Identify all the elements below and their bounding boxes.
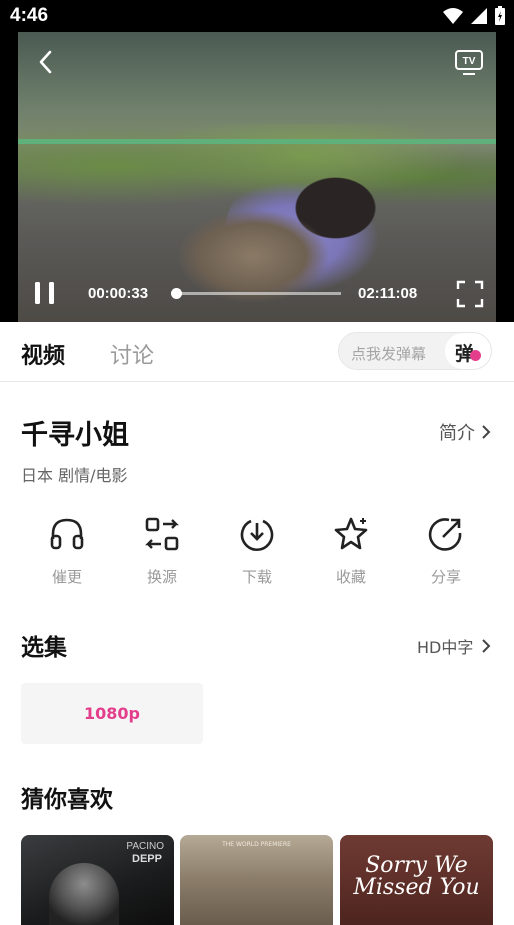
movie-title: 千寻小姐 — [21, 420, 129, 451]
poster-figure — [49, 863, 119, 925]
video-player[interactable]: TV 00:00:33 02:11:08 — [0, 32, 514, 322]
battery-icon — [495, 6, 505, 25]
pause-icon[interactable] — [32, 280, 58, 306]
progress-bar[interactable] — [170, 288, 341, 299]
cast-tv-icon[interactable]: TV — [454, 48, 484, 76]
action-label: 下载 — [241, 568, 272, 586]
intro-link-label: 简介 — [439, 423, 475, 444]
total-time: 02:11:08 — [358, 285, 418, 302]
recommend-poster[interactable]: THE WORLD PREMIERE — [180, 835, 333, 925]
status-bar: 4:46 — [0, 0, 514, 32]
recommend-poster[interactable]: Sorry We Missed You — [340, 835, 493, 925]
action-label: 收藏 — [335, 568, 366, 586]
switch-source-icon — [145, 517, 179, 551]
episode-label: 1080p — [84, 704, 140, 723]
action-favorite[interactable]: 收藏 — [321, 515, 381, 587]
signal-icon — [471, 8, 487, 24]
video-scene-rail — [18, 139, 496, 144]
quality-label: HD中字 — [417, 638, 474, 657]
recommend-poster[interactable]: PACINO DEPP — [21, 835, 174, 925]
poster-text: THE WORLD PREMIERE — [222, 841, 291, 848]
danmaku-send-box[interactable]: 点我发弹幕 弹 — [338, 332, 492, 370]
video-scene-cat — [178, 210, 328, 302]
poster-title-line: Missed You — [353, 875, 480, 900]
action-urge-update[interactable]: 催更 — [37, 515, 97, 587]
download-icon — [240, 519, 274, 552]
wifi-icon — [443, 8, 463, 24]
action-label: 换源 — [146, 568, 177, 586]
share-icon — [428, 518, 462, 551]
recommend-title: 猜你喜欢 — [21, 787, 113, 813]
progress-handle[interactable] — [170, 288, 182, 299]
status-time: 4:46 — [10, 5, 49, 26]
action-row: 催更 换源 下载 收藏 分享 — [0, 515, 514, 595]
episodes-title: 选集 — [21, 635, 67, 661]
current-time: 00:00:33 — [88, 285, 149, 302]
intro-link[interactable]: 简介 — [439, 419, 491, 445]
chevron-right-icon — [482, 425, 491, 439]
chevron-right-icon — [482, 639, 491, 653]
back-icon[interactable] — [34, 48, 58, 76]
tab-bar: 视频 讨论 点我发弹幕 弹 — [0, 322, 514, 382]
action-label: 分享 — [430, 568, 461, 586]
star-icon — [334, 517, 368, 550]
tab-video[interactable]: 视频 — [21, 338, 65, 370]
headphones-icon — [50, 518, 84, 550]
poster-title: Sorry We Missed You — [340, 855, 493, 899]
quality-selector[interactable]: HD中字 — [417, 634, 491, 658]
danmaku-toggle-button[interactable]: 弹 — [445, 333, 491, 369]
episode-chip[interactable]: 1080p — [21, 683, 203, 744]
action-label: 催更 — [51, 568, 82, 586]
svg-text:TV: TV — [463, 56, 476, 67]
poster-title-line: Sorry We — [365, 853, 468, 878]
fullscreen-icon[interactable] — [456, 280, 484, 308]
action-download[interactable]: 下载 — [227, 515, 287, 587]
tab-discussion[interactable]: 讨论 — [110, 338, 154, 370]
action-share[interactable]: 分享 — [416, 515, 476, 587]
poster-text: DEPP — [132, 853, 162, 865]
action-switch-source[interactable]: 换源 — [132, 515, 192, 587]
status-icons — [442, 6, 506, 26]
danmaku-input[interactable]: 点我发弹幕 — [351, 343, 426, 364]
poster-text: PACINO — [126, 841, 164, 852]
danmaku-status-dot — [470, 350, 481, 361]
movie-meta: 日本 剧情/电影 — [21, 466, 128, 485]
